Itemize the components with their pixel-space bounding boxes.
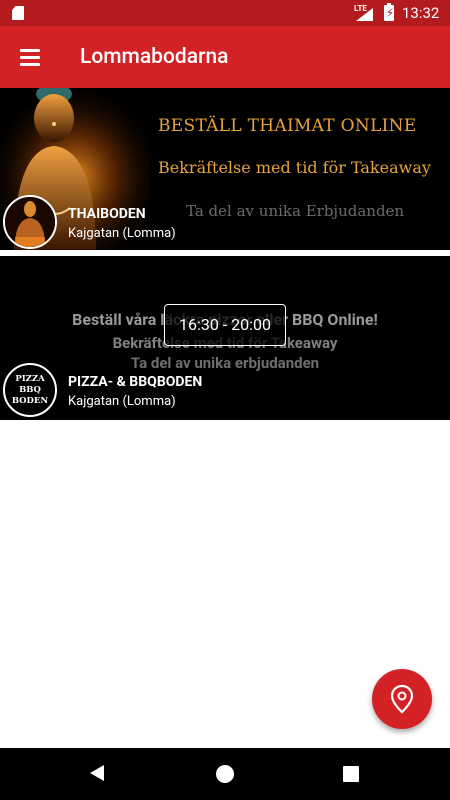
status-bar: LTE ⚡ 13:32 xyxy=(0,0,450,26)
location-fab-button[interactable] xyxy=(372,669,432,729)
recents-square-icon[interactable] xyxy=(343,766,359,782)
restaurant-card-pizza-bbqboden[interactable]: Beställ våra läckra pizzor eller BBQ Onl… xyxy=(0,256,450,420)
buddha-avatar-icon xyxy=(5,197,55,247)
location-pin-icon xyxy=(390,684,414,714)
restaurant-name: PIZZA- & BBQBODEN xyxy=(68,374,203,390)
restaurant-card-thaiboden[interactable]: BESTÄLL THAIMAT ONLINE Bekräftelse med t… xyxy=(0,88,450,250)
app-title: Lommabodarna xyxy=(80,45,229,69)
banner-line: Ta del av unika erbjudanden xyxy=(130,354,320,372)
back-triangle-icon[interactable] xyxy=(90,765,106,783)
banner-line: Ta del av unika Erbjudanden xyxy=(186,202,405,220)
banner-line: Bekräftelse med tid för Takeaway xyxy=(158,158,431,177)
avatar-logo-text: PIZZA BBQ BODEN xyxy=(11,374,49,406)
opening-hours-badge: 16:30 - 20:00 xyxy=(164,304,286,346)
status-time: 13:32 xyxy=(402,4,440,22)
system-nav-bar xyxy=(0,748,450,800)
home-circle-icon[interactable] xyxy=(216,765,234,783)
sim-card-icon xyxy=(12,6,24,20)
restaurant-avatar xyxy=(3,195,57,249)
app-bar: Lommabodarna xyxy=(0,26,450,88)
network-type: LTE xyxy=(354,4,367,13)
restaurant-location: Kajgatan (Lomma) xyxy=(68,226,176,241)
charging-icon: ⚡ xyxy=(385,6,395,20)
restaurant-avatar: PIZZA BBQ BODEN xyxy=(3,363,57,417)
restaurant-location: Kajgatan (Lomma) xyxy=(68,394,176,409)
restaurant-name: THAIBODEN xyxy=(68,206,146,222)
banner-line: BESTÄLL THAIMAT ONLINE xyxy=(158,116,417,136)
hamburger-menu-icon[interactable] xyxy=(18,45,42,69)
